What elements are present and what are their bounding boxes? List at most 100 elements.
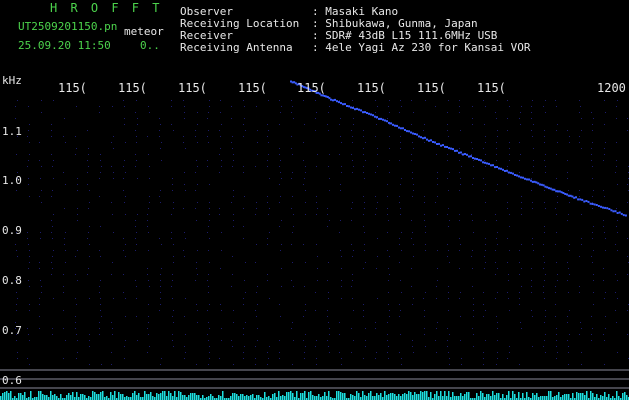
trace-pixel bbox=[589, 202, 592, 205]
grid-dot bbox=[627, 274, 628, 275]
trace-pixel bbox=[436, 143, 438, 145]
noise-bar bbox=[366, 396, 368, 400]
grid-dot bbox=[437, 172, 438, 173]
grid-dot bbox=[292, 322, 293, 323]
noise-bar bbox=[258, 395, 260, 400]
grid-dot bbox=[327, 340, 328, 341]
noise-bar bbox=[458, 396, 460, 400]
grid-dot bbox=[149, 202, 150, 203]
noise-bar bbox=[618, 396, 620, 400]
grid-dot bbox=[209, 346, 210, 347]
noise-bar bbox=[308, 392, 310, 400]
grid-dot bbox=[209, 328, 210, 329]
noise-bar bbox=[418, 394, 420, 400]
grid-dot bbox=[269, 298, 270, 299]
grid-dot bbox=[448, 190, 449, 191]
grid-dot bbox=[125, 196, 126, 197]
grid-dot bbox=[436, 328, 437, 329]
grid-dot bbox=[41, 292, 42, 293]
grid-dot bbox=[219, 172, 220, 173]
trace-pixel bbox=[512, 172, 514, 175]
grid-dot bbox=[509, 250, 510, 251]
grid-dot bbox=[545, 274, 546, 275]
grid-dot bbox=[339, 154, 340, 155]
grid-dot bbox=[221, 310, 222, 311]
grid-dot bbox=[387, 340, 388, 341]
grid-dot bbox=[232, 274, 233, 275]
grid-dot bbox=[267, 280, 268, 281]
grid-dot bbox=[437, 250, 438, 251]
grid-dot bbox=[89, 244, 90, 245]
trace-pixel bbox=[624, 214, 627, 217]
grid-dot bbox=[340, 184, 341, 185]
noise-bar bbox=[182, 395, 184, 400]
grid-dot bbox=[207, 136, 208, 137]
grid-dot bbox=[209, 202, 210, 203]
grid-dot bbox=[472, 268, 473, 269]
grid-dot bbox=[89, 298, 90, 299]
trace-pixel bbox=[414, 133, 416, 135]
noise-bar bbox=[188, 395, 190, 400]
noise-bar bbox=[576, 392, 578, 400]
grid-dot bbox=[173, 256, 174, 257]
grid-dot bbox=[447, 130, 448, 131]
grid-dot bbox=[581, 148, 582, 149]
trace-pixel bbox=[488, 162, 490, 165]
grid-dot bbox=[496, 148, 497, 149]
trace-pixel bbox=[573, 196, 576, 199]
grid-dot bbox=[627, 202, 628, 203]
grid-dot bbox=[555, 304, 556, 305]
grid-dot bbox=[365, 328, 366, 329]
grid-dot bbox=[316, 364, 317, 365]
grid-dot bbox=[556, 334, 557, 335]
trace-pixel bbox=[610, 209, 613, 212]
grid-dot bbox=[339, 334, 340, 335]
grid-dot bbox=[293, 214, 294, 215]
grid-dot bbox=[329, 220, 330, 221]
grid-dot bbox=[627, 334, 628, 335]
grid-dot bbox=[401, 232, 402, 233]
grid-dot bbox=[447, 160, 448, 161]
grid-dot bbox=[291, 178, 292, 179]
noise-bar bbox=[30, 391, 32, 400]
grid-dot bbox=[65, 262, 66, 263]
grid-dot bbox=[603, 160, 604, 161]
grid-dot bbox=[459, 160, 460, 161]
grid-dot bbox=[543, 268, 544, 269]
grid-dot bbox=[579, 190, 580, 191]
grid-dot bbox=[75, 316, 76, 317]
grid-dot bbox=[591, 316, 592, 317]
grid-dot bbox=[544, 136, 545, 137]
grid-dot bbox=[149, 112, 150, 113]
grid-dot bbox=[327, 316, 328, 317]
grid-dot bbox=[388, 292, 389, 293]
trace-pixel bbox=[340, 102, 342, 105]
grid-dot bbox=[472, 184, 473, 185]
grid-dot bbox=[412, 346, 413, 347]
trace-pixel bbox=[620, 212, 623, 215]
grid-dot bbox=[111, 202, 112, 203]
grid-dot bbox=[459, 112, 460, 113]
grid-dot bbox=[485, 244, 486, 245]
trace-pixel bbox=[585, 200, 588, 202]
y-tick-label: 0.6 bbox=[2, 374, 22, 387]
trace-pixel bbox=[464, 153, 466, 155]
grid-dot bbox=[519, 118, 520, 119]
grid-dot bbox=[268, 214, 269, 215]
noise-bar bbox=[170, 393, 172, 400]
grid-dot bbox=[173, 322, 174, 323]
grid-dot bbox=[473, 334, 474, 335]
trace-pixel bbox=[346, 105, 348, 107]
grid-dot bbox=[351, 154, 352, 155]
noise-bar bbox=[586, 391, 588, 400]
grid-dot bbox=[447, 154, 448, 155]
grid-dot bbox=[413, 244, 414, 245]
grid-dot bbox=[148, 232, 149, 233]
grid-dot bbox=[507, 238, 508, 239]
grid-dot bbox=[101, 316, 102, 317]
grid-dot bbox=[604, 340, 605, 341]
grid-dot bbox=[160, 124, 161, 125]
noise-bar bbox=[336, 391, 338, 400]
grid-dot bbox=[292, 262, 293, 263]
grid-dot bbox=[197, 322, 198, 323]
